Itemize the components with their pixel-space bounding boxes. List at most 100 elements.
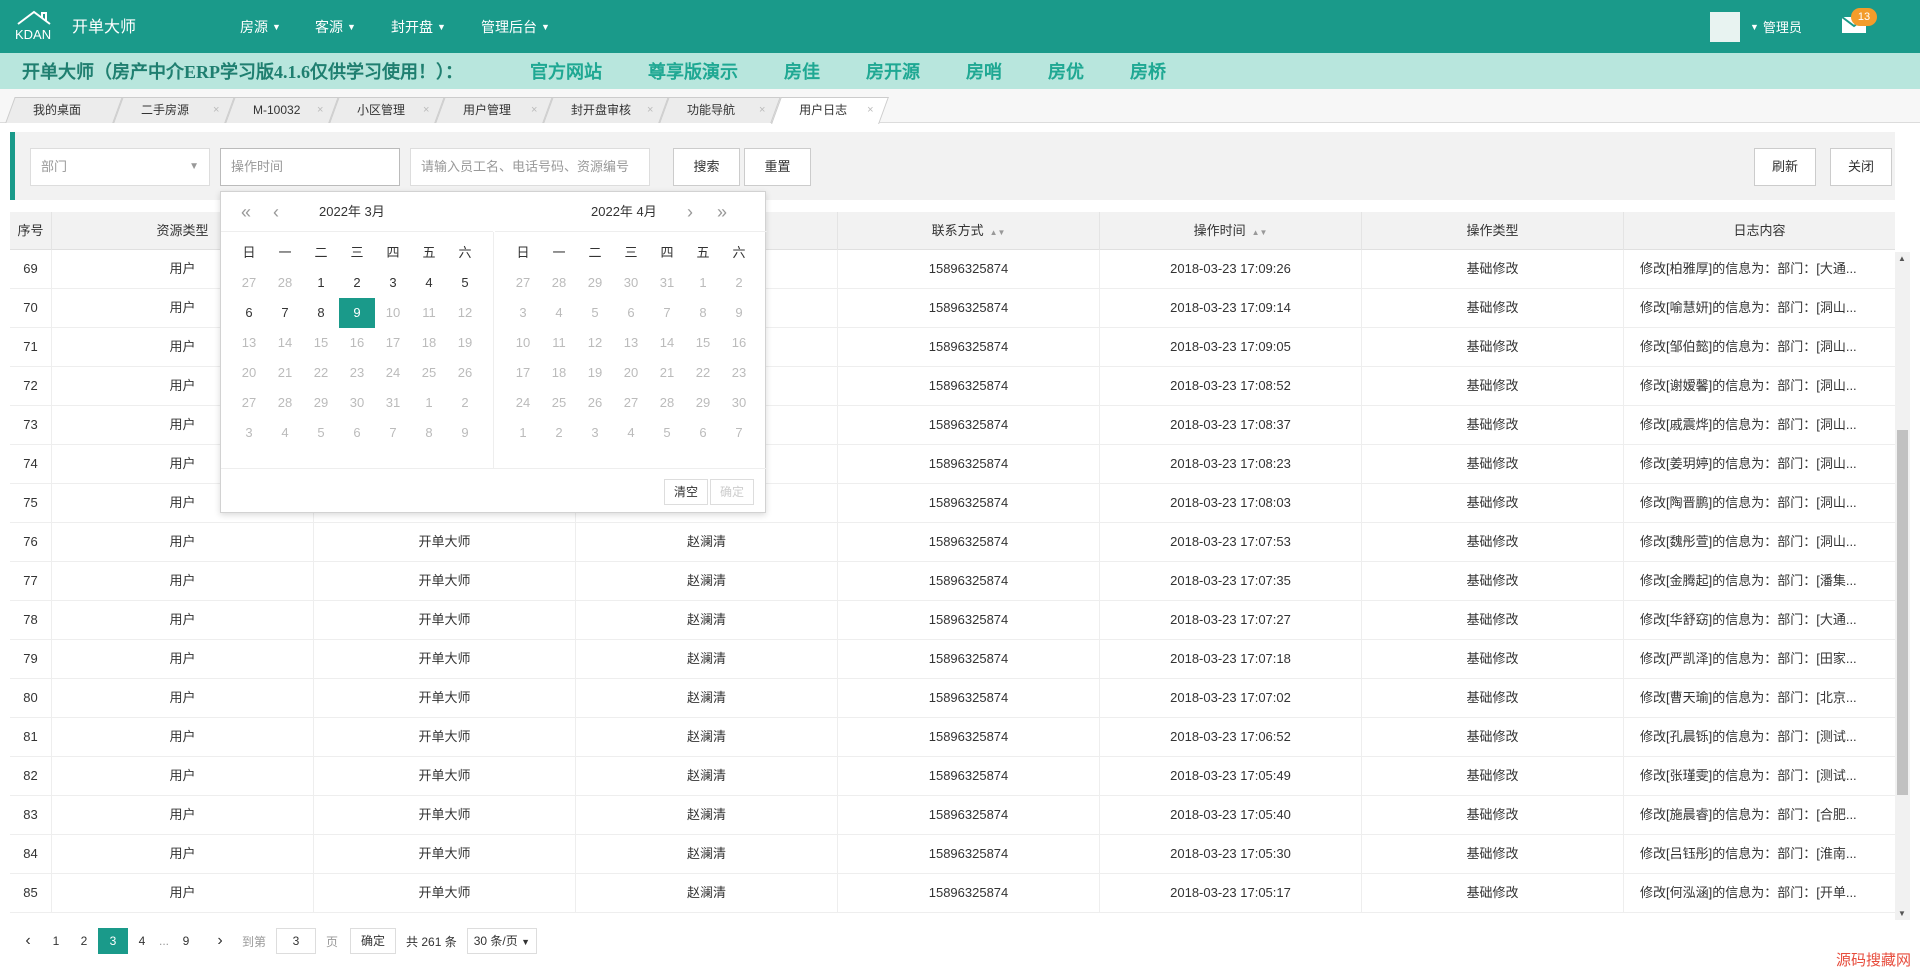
weekday-label: 一 <box>552 245 566 260</box>
sort-icon[interactable]: ▲▼ <box>990 228 1006 237</box>
next-month-icon[interactable]: › <box>687 192 693 232</box>
tab-user-manage[interactable]: 用户管理 × <box>435 97 553 123</box>
close-icon[interactable]: × <box>867 98 873 122</box>
tab-secondhand[interactable]: 二手房源 × <box>113 97 235 123</box>
close-button[interactable]: 关闭 <box>1830 148 1892 186</box>
cell-source: 开单大师 <box>314 523 576 562</box>
table-row[interactable]: 84 用户 开单大师 赵澜清 15896325874 2018-03-23 17:05:3… <box>10 835 1895 874</box>
page-link[interactable]: 2 <box>70 928 98 954</box>
close-icon[interactable]: × <box>423 98 429 122</box>
cell-time: 2018-03-23 17:07:27 <box>1100 601 1362 640</box>
nav-fengkaipan[interactable]: 封开盘 ▼ <box>391 0 446 53</box>
refresh-button[interactable]: 刷新 <box>1754 148 1816 186</box>
day-cell: 27 <box>515 275 531 290</box>
close-icon[interactable]: × <box>531 98 537 122</box>
reset-button[interactable]: 重置 <box>744 148 811 186</box>
day-grid: 日一二三四五六 27 28 29 30 31 1 2 3 4 5 6 7 8 9 10 11 12 13 14 15 16… <box>505 238 757 448</box>
col-time[interactable]: 操作时间 ▲▼ <box>1100 212 1362 250</box>
link-fangjia[interactable]: 房佳 <box>784 58 820 84</box>
link-fangqiao[interactable]: 房桥 <box>1130 58 1166 84</box>
link-official-site[interactable]: 官方网站 <box>530 58 602 84</box>
sort-icon[interactable]: ▲▼ <box>1252 228 1268 237</box>
pagination: ‹ 1 2 3 4 ... 9 › 到第 3 页 确定 共 261 条 30 条… <box>14 928 538 954</box>
link-premium-demo[interactable]: 尊享版演示 <box>648 58 738 84</box>
logo[interactable]: KDAN 开单大师 <box>14 8 136 42</box>
day-cell[interactable]: 7 <box>267 298 303 328</box>
table-row[interactable]: 78 用户 开单大师 赵澜清 15896325874 2018-03-23 17:07:2… <box>10 601 1895 640</box>
tab-community[interactable]: 小区管理 × <box>329 97 445 123</box>
date-range-picker: « ‹ 2022年 3月 日一二三四五六 27 28 1 2 3 4 5 6 7 8 9 10 11 12 1… <box>220 191 767 513</box>
vertical-scrollbar[interactable]: ▲ ▼ <box>1895 252 1910 920</box>
clear-button[interactable]: 清空 <box>664 479 708 505</box>
goto-input[interactable]: 3 <box>276 928 317 954</box>
day-cell[interactable]: 1 <box>303 268 339 298</box>
page-link[interactable]: 4 <box>128 928 156 954</box>
next-year-icon[interactable]: » <box>717 192 727 232</box>
nav-fangyuan[interactable]: 房源 ▼ <box>240 0 281 53</box>
table-row[interactable]: 81 用户 开单大师 赵澜清 15896325874 2018-03-23 17:06:5… <box>10 718 1895 757</box>
close-icon[interactable]: × <box>759 98 765 122</box>
day-cell[interactable]: 5 <box>447 268 483 298</box>
dept-select[interactable]: 部门 ▼ <box>30 148 210 186</box>
day-cell[interactable]: 4 <box>411 268 447 298</box>
week-row: 24 25 26 27 28 29 30 <box>505 388 757 418</box>
col-phone[interactable]: 联系方式 ▲▼ <box>838 212 1100 250</box>
nav-keyuan[interactable]: 客源 ▼ <box>315 0 356 53</box>
day-cell: 23 <box>731 365 747 380</box>
cell-op-type: 基础修改 <box>1362 640 1624 679</box>
table-row[interactable]: 77 用户 开单大师 赵澜清 15896325874 2018-03-23 17:07:3… <box>10 562 1895 601</box>
goto-confirm-button[interactable]: 确定 <box>350 928 397 954</box>
keyword-input[interactable]: 请输入员工名、电话号码、资源编号 <box>410 148 650 186</box>
scroll-down-icon[interactable]: ▼ <box>1898 909 1906 918</box>
day-cell: 22 <box>313 365 329 380</box>
table-row[interactable]: 85 用户 开单大师 赵澜清 15896325874 2018-03-23 17:05:1… <box>10 874 1895 913</box>
day-cell[interactable]: 6 <box>231 298 267 328</box>
prev-month-icon[interactable]: ‹ <box>273 192 279 232</box>
day-cell: 30 <box>623 275 639 290</box>
page-link[interactable]: 9 <box>172 928 200 954</box>
cell-operator: 赵澜清 <box>576 835 838 874</box>
time-range-input[interactable]: 操作时间 <box>220 148 400 186</box>
weekday-label: 一 <box>278 245 292 260</box>
caret-down-icon: ▼ <box>437 21 446 32</box>
nav-admin[interactable]: 管理后台 ▼ <box>481 0 550 53</box>
cell-log: 修改[戚震烨]的信息为：部门：[洞山... <box>1640 417 1857 432</box>
day-cell: 30 <box>731 395 747 410</box>
close-icon[interactable]: × <box>317 98 323 122</box>
link-fangshao[interactable]: 房哨 <box>966 58 1002 84</box>
cell-type: 用户 <box>52 835 314 874</box>
next-page-icon[interactable]: › <box>206 928 234 954</box>
prev-year-icon[interactable]: « <box>241 192 251 232</box>
admin-menu[interactable]: ▼ 管理员 <box>1710 0 1802 53</box>
tab-function-nav[interactable]: 功能导航 × <box>659 97 781 123</box>
search-button[interactable]: 搜索 <box>673 148 740 186</box>
link-fangyou[interactable]: 房优 <box>1048 58 1084 84</box>
day-cell[interactable]: 8 <box>303 298 339 328</box>
table-row[interactable]: 79 用户 开单大师 赵澜清 15896325874 2018-03-23 17:07:1… <box>10 640 1895 679</box>
table-row[interactable]: 80 用户 开单大师 赵澜清 15896325874 2018-03-23 17:07:0… <box>10 679 1895 718</box>
selected-day[interactable]: 9 <box>339 298 375 328</box>
time-placeholder: 操作时间 <box>231 159 284 174</box>
cell-op-type: 基础修改 <box>1362 562 1624 601</box>
table-row[interactable]: 82 用户 开单大师 赵澜清 15896325874 2018-03-23 17:05:4… <box>10 757 1895 796</box>
day-cell[interactable]: 2 <box>339 268 375 298</box>
table-row[interactable]: 76 用户 开单大师 赵澜清 15896325874 2018-03-23 17:07:5… <box>10 523 1895 562</box>
scrollbar-thumb[interactable] <box>1897 430 1908 795</box>
tab-m10032[interactable]: M-10032 × <box>225 97 339 123</box>
page-link[interactable]: 1 <box>42 928 70 954</box>
confirm-button[interactable]: 确定 <box>710 479 754 505</box>
close-icon[interactable]: × <box>213 98 219 122</box>
prev-page-icon[interactable]: ‹ <box>14 928 42 954</box>
page-size-select[interactable]: 30 条/页 ▼ <box>466 928 538 954</box>
cell-phone: 15896325874 <box>838 718 1100 757</box>
close-icon[interactable]: × <box>647 98 653 122</box>
cell-source: 开单大师 <box>314 679 576 718</box>
table-row[interactable]: 83 用户 开单大师 赵澜清 15896325874 2018-03-23 17:05:4… <box>10 796 1895 835</box>
day-cell[interactable]: 3 <box>375 268 411 298</box>
current-page[interactable]: 3 <box>98 928 128 954</box>
scroll-up-icon[interactable]: ▲ <box>1898 254 1906 263</box>
link-fangkaiyuan[interactable]: 房开源 <box>866 58 920 84</box>
tab-desktop[interactable]: 我的桌面 <box>5 97 123 123</box>
tab-audit[interactable]: 封开盘审核 × <box>543 97 669 123</box>
tab-user-log[interactable]: 用户日志 × <box>771 97 889 124</box>
